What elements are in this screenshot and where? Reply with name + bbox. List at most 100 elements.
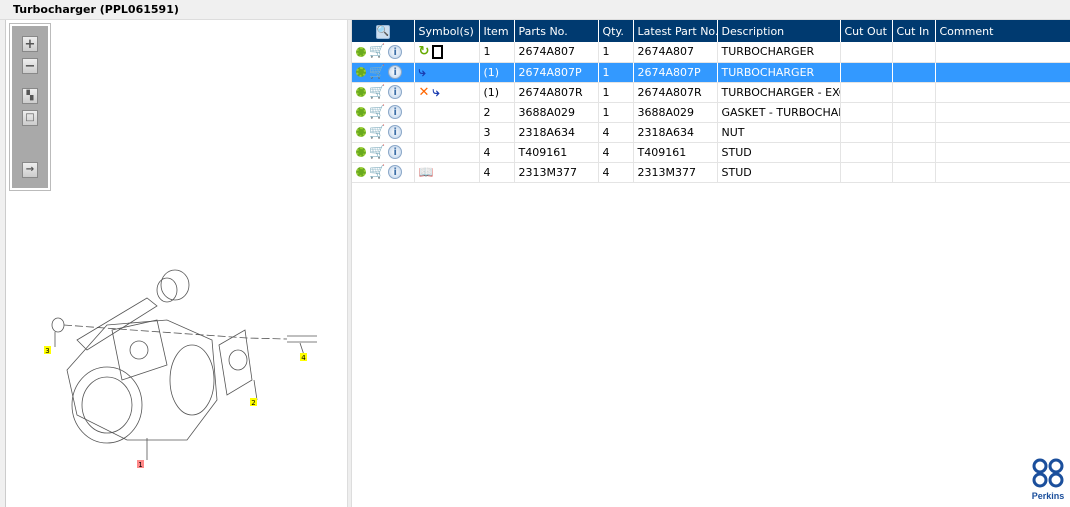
- cart-icon[interactable]: 🛒: [369, 105, 385, 120]
- document-icon[interactable]: [432, 44, 444, 59]
- item-cell: 4: [479, 162, 515, 183]
- zoom-in-button[interactable]: +: [22, 36, 38, 52]
- perkins-logo: Perkins: [1028, 458, 1068, 501]
- latest-part-no-cell: 2313M377: [633, 162, 718, 183]
- parts-no-cell: 3688A029: [514, 102, 599, 123]
- cart-icon[interactable]: 🛒: [369, 145, 385, 160]
- row-actions: 🛒 i: [352, 142, 415, 163]
- description-cell: TURBOCHARGER: [717, 42, 841, 63]
- arrow-right-icon: →: [25, 164, 35, 175]
- perkins-emblem-icon: [1032, 458, 1064, 488]
- column-cut-out[interactable]: Cut Out: [840, 20, 893, 42]
- info-icon[interactable]: i: [388, 165, 403, 179]
- callout-3[interactable]: 3: [45, 347, 49, 355]
- parts-table: 🔍 Symbol(s) Item Parts No. Qty. Latest P…: [352, 20, 1070, 183]
- gear-icon[interactable]: [356, 46, 366, 57]
- cut-in-cell: [892, 122, 936, 143]
- cut-out-cell: [840, 42, 893, 63]
- fit-all-button[interactable]: ▚: [22, 88, 38, 104]
- gear-icon[interactable]: [356, 87, 366, 97]
- row-actions: 🛒 i: [352, 62, 415, 83]
- table-row[interactable]: 🛒 i 📖 4 2313M377 4 2313M377 STUD: [352, 162, 1070, 183]
- parts-no-cell: T409161: [514, 142, 599, 163]
- table-row[interactable]: 🛒 i 4 T409161 4 T409161 STUD: [352, 142, 1070, 163]
- branch-icon[interactable]: ⤷: [432, 85, 439, 100]
- table-row[interactable]: 🛒i23688A02913688A029GASKET - TURBOCHARG: [352, 102, 1070, 123]
- branch-icon[interactable]: ⤷: [419, 65, 426, 80]
- symbols-cell: 📖: [414, 162, 480, 183]
- cart-icon[interactable]: 🛒: [369, 125, 385, 140]
- cart-icon[interactable]: 🛒: [369, 44, 385, 59]
- comment-cell: [935, 122, 1070, 143]
- callout-4[interactable]: 4: [301, 354, 306, 362]
- info-icon[interactable]: i: [388, 44, 403, 59]
- latest-part-no-cell: T409161: [633, 142, 718, 163]
- export-button[interactable]: →: [22, 162, 38, 178]
- gear-icon[interactable]: [356, 147, 366, 157]
- description-cell: GASKET - TURBOCHARG: [717, 102, 841, 123]
- row-actions: 🛒 i: [352, 82, 415, 103]
- comment-cell: [935, 62, 1070, 83]
- column-cut-in[interactable]: Cut In: [892, 20, 936, 42]
- latest-part-no-cell: 2674A807R: [633, 82, 718, 103]
- info-icon[interactable]: i: [388, 145, 403, 159]
- column-latest-part-no[interactable]: Latest Part No.: [633, 20, 718, 42]
- illustration-viewer[interactable]: 3 2 4 1: [7, 20, 347, 507]
- description-cell: STUD: [717, 162, 841, 183]
- book-search-icon[interactable]: 📖: [419, 165, 434, 179]
- table-row[interactable]: 🛒 i ✕ ⤷ (1) 2674A807R 1 2674A807R TURBOCHARGER -…: [352, 82, 1070, 103]
- symbols-cell: [414, 102, 480, 123]
- turbocharger-drawing[interactable]: 3 2 4 1: [7, 20, 347, 507]
- qty-cell: 1: [598, 42, 634, 63]
- search-icon: 🔍: [375, 24, 390, 39]
- fit-window-button[interactable]: □: [22, 110, 38, 126]
- parts-no-cell: 2674A807: [514, 42, 599, 63]
- item-cell: 1: [479, 42, 515, 63]
- cut-in-cell: [892, 42, 936, 63]
- qty-cell: 4: [598, 142, 634, 163]
- parts-no-cell: 2674A807R: [514, 82, 599, 103]
- cart-icon[interactable]: 🛒: [369, 85, 385, 100]
- callout-2[interactable]: 2: [251, 399, 255, 407]
- table-row[interactable]: 🛒 i ↻ 1 2674A807 1 2674A807 TURBOCHARGER: [352, 42, 1070, 63]
- cut-out-cell: [840, 102, 893, 123]
- table-row[interactable]: 🛒 i ⤷ (1) 2674A807P 1 2674A807P TURBOCHARGER: [352, 62, 1070, 83]
- table-row[interactable]: 🛒 i 3 2318A634 4 2318A634 NUT: [352, 122, 1070, 143]
- parts-no-cell: 2318A634: [514, 122, 599, 143]
- grid-icon: ▚: [26, 90, 34, 101]
- description-cell: STUD: [717, 142, 841, 163]
- column-symbols[interactable]: Symbol(s): [414, 20, 480, 42]
- info-icon[interactable]: i: [388, 65, 403, 79]
- gear-icon[interactable]: [356, 67, 366, 77]
- info-icon[interactable]: i: [388, 85, 403, 99]
- gear-icon[interactable]: [356, 107, 366, 117]
- column-qty[interactable]: Qty.: [598, 20, 634, 42]
- comment-cell: [935, 102, 1070, 123]
- gear-icon[interactable]: [356, 167, 366, 177]
- column-comment[interactable]: Comment: [935, 20, 1070, 42]
- latest-part-no-cell: 3688A029: [633, 102, 718, 123]
- gear-icon[interactable]: [356, 127, 366, 137]
- item-cell: 2: [479, 102, 515, 123]
- info-icon[interactable]: i: [388, 125, 403, 139]
- cart-icon[interactable]: 🛒: [369, 165, 385, 180]
- qty-cell: 4: [598, 122, 634, 143]
- window-title: Turbocharger (PPL061591): [13, 3, 179, 16]
- viewer-toolbox: + − ▚ □ →: [9, 23, 51, 191]
- callout-1[interactable]: 1: [138, 461, 142, 469]
- column-parts-no[interactable]: Parts No.: [514, 20, 599, 42]
- info-icon[interactable]: i: [388, 105, 403, 119]
- title-bar: Turbocharger (PPL061591): [0, 0, 1070, 20]
- cart-icon[interactable]: 🛒: [369, 65, 385, 80]
- cut-in-cell: [892, 62, 936, 83]
- cut-out-cell: [840, 162, 893, 183]
- column-description[interactable]: Description: [717, 20, 841, 42]
- row-actions: 🛒 i: [352, 102, 415, 123]
- column-item[interactable]: Item: [479, 20, 515, 42]
- parts-no-cell: 2674A807P: [514, 62, 599, 83]
- cut-in-cell: [892, 162, 936, 183]
- cross-icon[interactable]: ✕: [419, 85, 430, 100]
- replaced-icon[interactable]: ↻: [419, 44, 430, 59]
- column-search[interactable]: 🔍: [352, 20, 415, 42]
- zoom-out-button[interactable]: −: [22, 58, 38, 74]
